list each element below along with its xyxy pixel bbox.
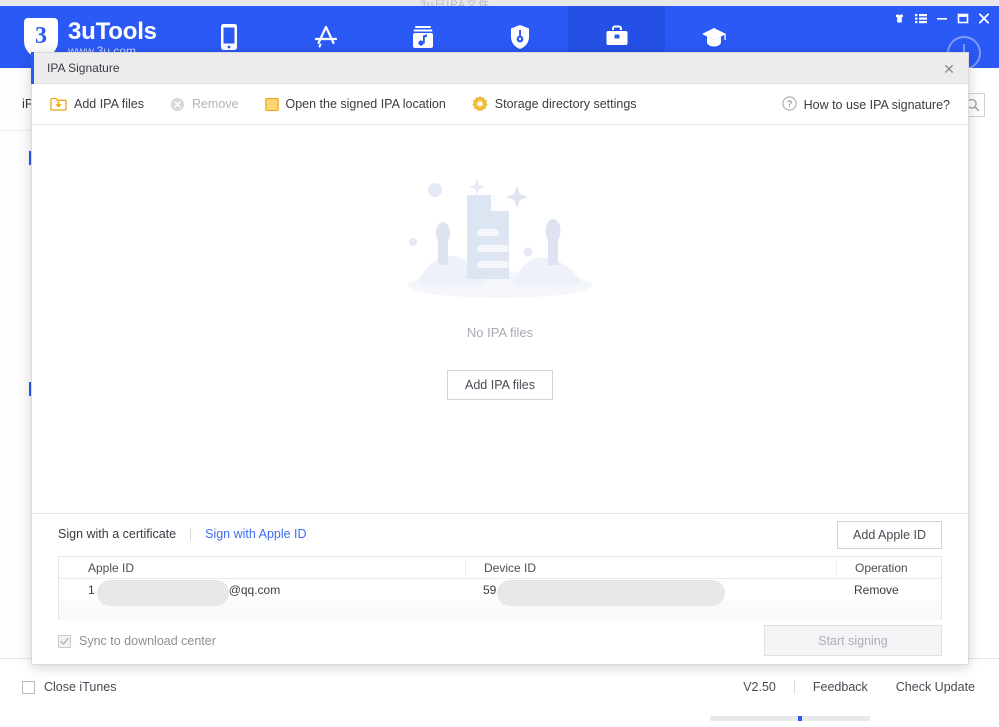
close-itunes-checkbox[interactable]	[22, 680, 35, 694]
ipa-signature-dialog: IPA Signature ✕ Add IPA files Remove Ope…	[31, 52, 969, 665]
close-itunes-label: Close iTunes	[44, 680, 117, 694]
dialog-close-icon[interactable]: ✕	[940, 60, 958, 78]
question-circle-icon: ?	[781, 96, 797, 114]
storage-directory-settings-label: Storage directory settings	[494, 97, 637, 111]
ipa-signature-help-link[interactable]: ? How to use IPA signature?	[781, 96, 950, 114]
dialog-title: IPA Signature	[47, 61, 120, 75]
close-itunes-row[interactable]: Close iTunes	[22, 680, 117, 694]
row-remove-link[interactable]: Remove	[854, 583, 899, 597]
cell-operation: Remove	[836, 583, 941, 597]
open-signed-location-label: Open the signed IPA location	[285, 97, 446, 111]
empty-state-add-ipa-button[interactable]: Add IPA files	[447, 370, 553, 400]
feedback-link[interactable]: Feedback	[813, 680, 868, 694]
app-store-icon	[311, 23, 341, 51]
add-ipa-files-label: Add IPA files	[74, 97, 144, 111]
graduation-cap-icon	[700, 23, 728, 51]
check-update-link[interactable]: Check Update	[896, 680, 975, 694]
ipa-file-list-area: No IPA files Add IPA files	[32, 125, 968, 514]
remove-label: Remove	[191, 97, 239, 111]
phone-icon	[220, 23, 238, 51]
tab-sign-with-apple-id[interactable]: Sign with Apple ID	[205, 527, 306, 541]
cell-apple-id: 1 @qq.com	[59, 580, 465, 606]
column-header-device-id: Device ID	[465, 560, 836, 575]
version-label: V2.50	[743, 680, 776, 694]
apple-id-table: Apple ID Device ID Operation 1 @qq.com 59…	[58, 556, 942, 620]
sync-checkbox-label: Sync to download center	[79, 634, 216, 648]
minimize-icon[interactable]	[932, 10, 951, 27]
dialog-titlebar: IPA Signature ✕	[31, 52, 968, 84]
tab-sign-with-certificate[interactable]: Sign with a certificate	[58, 527, 176, 541]
dialog-toolbar: Add IPA files Remove Open the signed IPA…	[32, 84, 968, 125]
document-empty-illustration	[395, 159, 605, 319]
screen-root: 3u日IPA文件 3 3uTools www.3u.com	[0, 0, 999, 727]
footer-separator	[793, 680, 795, 694]
table-header-row: Apple ID Device ID Operation	[59, 557, 941, 579]
storage-directory-settings-button[interactable]: Storage directory settings	[472, 96, 637, 112]
open-signed-location-button[interactable]: Open the signed IPA location	[264, 97, 446, 112]
sync-to-download-center-row: Sync to download center	[58, 634, 216, 648]
footer-links: V2.50 Feedback Check Update	[743, 680, 975, 694]
empty-state-message: No IPA files	[466, 325, 534, 340]
music-box-icon	[410, 23, 436, 51]
close-icon[interactable]	[974, 10, 993, 27]
sync-checkbox	[58, 634, 71, 648]
gear-icon	[472, 96, 488, 112]
brand-title: 3uTools	[68, 17, 157, 45]
svg-text:?: ?	[787, 99, 792, 109]
taskbar-hint	[710, 716, 870, 721]
skin-icon[interactable]	[890, 10, 909, 27]
add-apple-id-button[interactable]: Add Apple ID	[837, 521, 942, 549]
device-id-prefix: 59	[483, 583, 497, 597]
apple-id-suffix: @qq.com	[228, 583, 281, 597]
empty-state: No IPA files Add IPA files	[32, 159, 968, 400]
apple-id-prefix: 1	[88, 583, 95, 597]
flash-shield-icon	[509, 23, 531, 51]
toolbox-icon	[604, 23, 630, 51]
ipa-signature-help-label: How to use IPA signature?	[803, 98, 950, 112]
window-controls	[890, 10, 993, 27]
remove-circle-icon	[170, 97, 185, 112]
apple-id-redaction	[97, 580, 229, 606]
remove-button: Remove	[170, 97, 239, 112]
add-ipa-files-button[interactable]: Add IPA files	[50, 96, 144, 112]
sign-method-tabs: Sign with a certificate Sign with Apple …	[58, 527, 307, 541]
dialog-accent-stripe	[31, 52, 34, 84]
app-footer: Close iTunes V2.50 Feedback Check Update	[0, 658, 999, 721]
folder-download-icon	[50, 96, 67, 112]
column-header-apple-id: Apple ID	[88, 560, 135, 575]
logo-glyph: 3	[35, 23, 47, 49]
signing-section: Sign with a certificate Sign with Apple …	[32, 514, 968, 664]
cell-device-id: 59	[465, 580, 836, 606]
maximize-icon[interactable]	[953, 10, 972, 27]
column-header-operation: Operation	[836, 560, 941, 575]
table-row[interactable]: 1 @qq.com 59 Remove	[59, 579, 941, 606]
folder-icon	[264, 97, 279, 112]
menu-icon[interactable]	[911, 10, 930, 27]
device-id-redaction	[497, 580, 725, 606]
tab-separator	[190, 527, 192, 541]
start-signing-button: Start signing	[764, 625, 942, 656]
